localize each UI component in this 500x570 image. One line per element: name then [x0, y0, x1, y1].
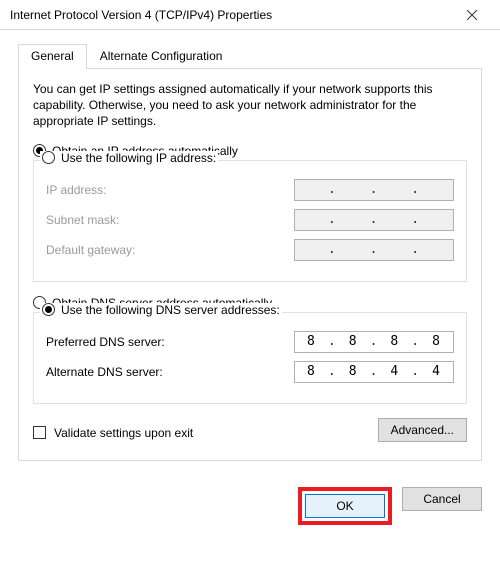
ip-address-label: IP address:	[46, 183, 294, 197]
checkbox-icon	[33, 426, 46, 439]
octet[interactable]: 8	[384, 334, 406, 349]
advanced-button[interactable]: Advanced...	[378, 418, 467, 442]
default-gateway-label: Default gateway:	[46, 243, 294, 257]
alternate-dns-label: Alternate DNS server:	[46, 365, 294, 379]
octet[interactable]: 8	[342, 334, 364, 349]
preferred-dns-input[interactable]: 8. 8. 8. 8	[294, 331, 454, 353]
close-icon	[467, 10, 477, 20]
octet[interactable]: 8	[426, 334, 448, 349]
highlight-ok: OK	[298, 487, 392, 525]
radio-ip-manual-label: Use the following IP address:	[61, 151, 216, 165]
default-gateway-input: ...	[294, 239, 454, 261]
octet[interactable]: 4	[426, 364, 448, 379]
group-dns-manual: Use the following DNS server addresses: …	[33, 312, 467, 404]
radio-ip-manual[interactable]: Use the following IP address:	[40, 151, 218, 165]
ip-address-input: ...	[294, 179, 454, 201]
octet[interactable]: 8	[300, 364, 322, 379]
radio-icon	[42, 151, 55, 164]
octet[interactable]: 8	[342, 364, 364, 379]
alternate-dns-input[interactable]: 8. 8. 4. 4	[294, 361, 454, 383]
window-title: Internet Protocol Version 4 (TCP/IPv4) P…	[10, 8, 452, 22]
octet[interactable]: 8	[300, 334, 322, 349]
cancel-button[interactable]: Cancel	[402, 487, 482, 511]
radio-dns-manual-label: Use the following DNS server addresses:	[61, 303, 280, 317]
intro-text: You can get IP settings assigned automat…	[33, 81, 467, 130]
dialog-content: General Alternate Configuration You can …	[0, 30, 500, 475]
preferred-dns-label: Preferred DNS server:	[46, 335, 294, 349]
subnet-mask-label: Subnet mask:	[46, 213, 294, 227]
tab-general[interactable]: General	[18, 44, 87, 69]
ok-button[interactable]: OK	[305, 494, 385, 518]
radio-dns-manual[interactable]: Use the following DNS server addresses:	[40, 303, 282, 317]
tabstrip: General Alternate Configuration	[18, 44, 482, 69]
subnet-mask-input: ...	[294, 209, 454, 231]
titlebar: Internet Protocol Version 4 (TCP/IPv4) P…	[0, 0, 500, 30]
group-ip-manual: Use the following IP address: IP address…	[33, 160, 467, 282]
tabpanel-general: You can get IP settings assigned automat…	[18, 69, 482, 461]
validate-checkbox-row[interactable]: Validate settings upon exit	[33, 426, 193, 440]
close-button[interactable]	[452, 1, 492, 29]
validate-label: Validate settings upon exit	[54, 426, 193, 440]
dialog-buttons: OK Cancel	[0, 475, 500, 525]
tab-alternate-configuration[interactable]: Alternate Configuration	[87, 44, 236, 68]
radio-icon	[42, 303, 55, 316]
octet[interactable]: 4	[384, 364, 406, 379]
